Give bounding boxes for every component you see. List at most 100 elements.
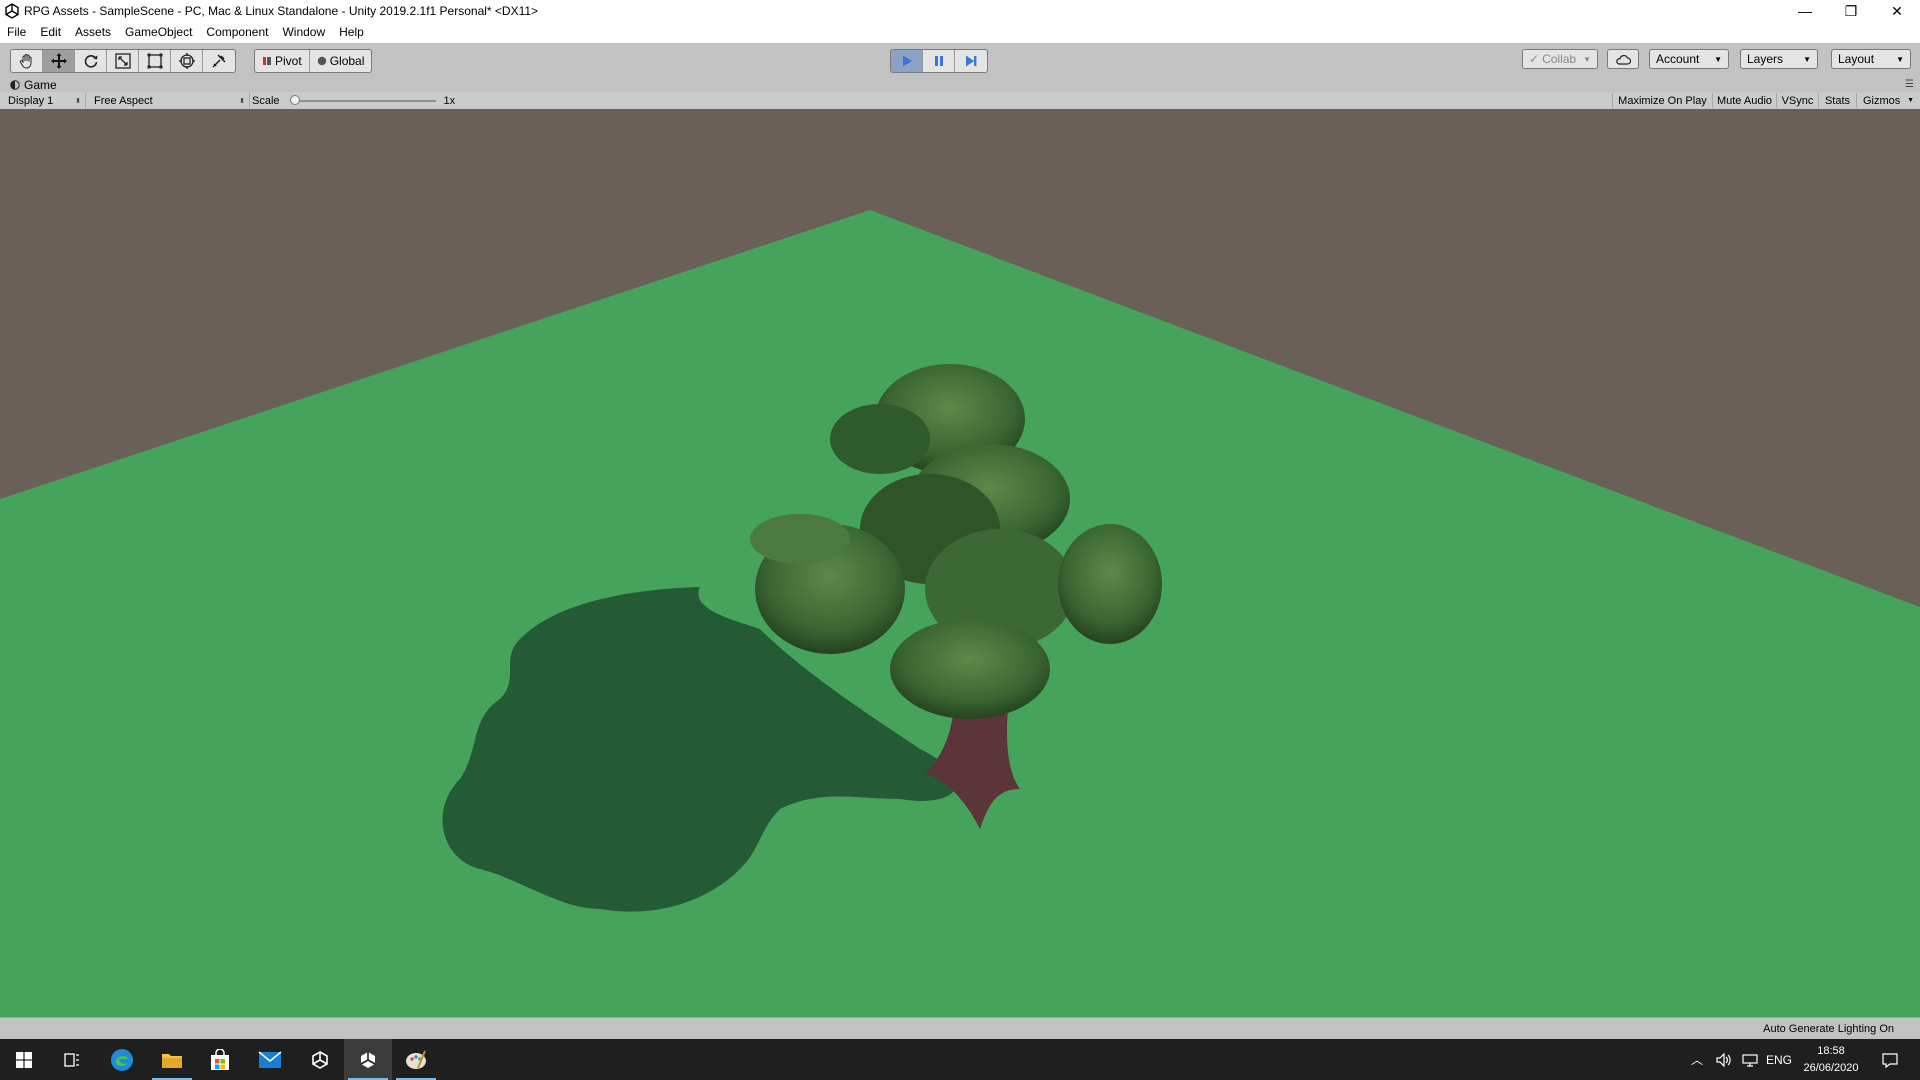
volume-button[interactable] [1712,1039,1736,1080]
aspect-label: Free Aspect [94,94,153,107]
chevron-up-icon: ︿ [1690,1053,1703,1067]
clock[interactable]: 18:58 26/06/2020 [1800,1043,1862,1077]
gizmos-label: Gizmos [1863,94,1901,107]
scale-label: Scale [252,94,280,107]
display-label: Display 1 [8,94,54,107]
game-view[interactable] [0,109,1920,1017]
dropdown-arrow-icon: ▼ [1907,97,1914,104]
store-icon [211,1048,229,1070]
menu-help[interactable]: Help [332,22,371,43]
scale-control: Scale 1x [252,93,455,108]
cloud-icon [1616,54,1631,65]
menu-component[interactable]: Component [199,22,275,43]
step-button[interactable] [955,50,987,72]
notification-icon [1882,1052,1898,1068]
game-scene [0,210,1920,1017]
status-bar: Auto Generate Lighting On [0,1017,1920,1040]
updown-arrow-icon: ⬍ [239,97,245,105]
cloud-button[interactable] [1607,49,1639,69]
clock-date: 26/06/2020 [1803,1062,1859,1074]
transform-tools [10,49,236,73]
title-bar: RPG Assets - SampleScene - PC, Mac & Lin… [0,0,1920,22]
menu-bar: File Edit Assets GameObject Component Wi… [0,22,1920,43]
maximize-on-play-toggle[interactable]: Maximize On Play [1612,93,1712,108]
game-controller-icon [10,79,20,90]
aspect-dropdown[interactable]: Free Aspect ⬍ [88,93,250,108]
edge-button[interactable] [98,1039,146,1080]
game-view-toolbar: Display 1 ⬍ Free Aspect ⬍ Scale 1x Maxim… [0,92,1920,110]
windows-start-icon [16,1051,32,1068]
store-button[interactable] [196,1039,244,1080]
scale-tool-button[interactable] [107,50,139,72]
dropdown-arrow-icon: ▼ [1583,54,1591,64]
windows-start-button[interactable] [0,1039,48,1080]
mail-button[interactable] [246,1039,294,1080]
play-button[interactable] [891,50,923,72]
task-view-button[interactable] [48,1039,96,1080]
restore-button[interactable]: ❐ [1828,0,1874,22]
scale-slider-thumb[interactable] [289,94,300,105]
action-center-button[interactable] [1872,1039,1908,1080]
dropdown-arrow-icon: ▼ [1803,54,1811,64]
game-tab-bar: Game ☰ [0,77,1920,92]
layers-label: Layers [1747,52,1784,66]
language-indicator[interactable]: ENG [1764,1039,1794,1080]
taskbar: ︿ ENG 18:58 26/06/2020 [0,1039,1920,1080]
tab-menu-icon[interactable]: ☰ [1905,79,1914,90]
show-hidden-icons-button[interactable]: ︿ [1686,1039,1708,1080]
global-toggle[interactable]: Global [310,50,372,72]
window-title: RPG Assets - SampleScene - PC, Mac & Lin… [24,4,539,18]
layers-dropdown[interactable]: Layers ▼ [1740,49,1818,69]
mute-audio-toggle[interactable]: Mute Audio [1712,93,1776,108]
layout-label: Layout [1838,52,1875,66]
gizmos-dropdown[interactable]: Gizmos ▼ [1856,93,1918,108]
menu-assets[interactable]: Assets [68,22,118,43]
task-view-icon [64,1052,79,1067]
menu-window[interactable]: Window [275,22,332,43]
hand-tool-button[interactable] [11,50,43,72]
transform-tool-button[interactable] [171,50,203,72]
clock-time: 18:58 [1817,1045,1845,1057]
menu-file[interactable]: File [0,22,33,43]
paint-icon [406,1050,426,1069]
rect-transform-icon [147,53,162,69]
move-tool-button[interactable] [43,50,75,72]
dropdown-arrow-icon: ▼ [1714,54,1722,64]
collab-label: Collab [1542,52,1577,66]
network-button[interactable] [1738,1039,1762,1080]
hand-icon [19,54,31,69]
custom-tool-button[interactable] [203,50,235,72]
scale-slider[interactable] [289,94,436,105]
menu-gameobject[interactable]: GameObject [118,22,199,43]
account-dropdown[interactable]: Account ▼ [1649,49,1729,69]
tab-game[interactable]: Game [10,77,57,92]
display-dropdown[interactable]: Display 1 ⬍ [2,93,86,108]
pivot-toggle[interactable]: Pivot [255,50,310,72]
tools-icon [212,54,226,68]
pause-button[interactable] [923,50,955,72]
menu-edit[interactable]: Edit [33,22,68,43]
close-button[interactable]: ✕ [1874,0,1920,22]
vsync-toggle[interactable]: VSync [1776,93,1818,108]
file-explorer-button[interactable] [148,1039,196,1080]
collab-button[interactable]: ✓ Collab ▼ [1522,49,1598,69]
move-arrows-icon [50,53,67,69]
pivot-toggles: Pivot Global [254,49,373,73]
unity-logo-icon [5,3,19,19]
stats-toggle[interactable]: Stats [1818,93,1856,108]
paint-button[interactable] [392,1039,440,1080]
file-explorer-icon [162,1053,182,1068]
account-label: Account [1656,52,1700,66]
layout-dropdown[interactable]: Layout ▼ [1831,49,1911,69]
main-toolbar: Pivot Global ✓ Collab ▼ Account ▼ Layers… [0,43,1920,78]
unity-hub-button[interactable] [296,1039,344,1080]
mail-icon [258,1050,282,1068]
unity-editor-button[interactable] [344,1039,392,1080]
network-icon [1742,1053,1758,1067]
minimize-button[interactable]: — [1782,0,1828,22]
edge-icon [111,1048,133,1071]
speaker-icon [1716,1052,1731,1067]
unity-hub-icon [312,1050,328,1069]
rotate-tool-button[interactable] [75,50,107,72]
rect-tool-button[interactable] [139,50,171,72]
